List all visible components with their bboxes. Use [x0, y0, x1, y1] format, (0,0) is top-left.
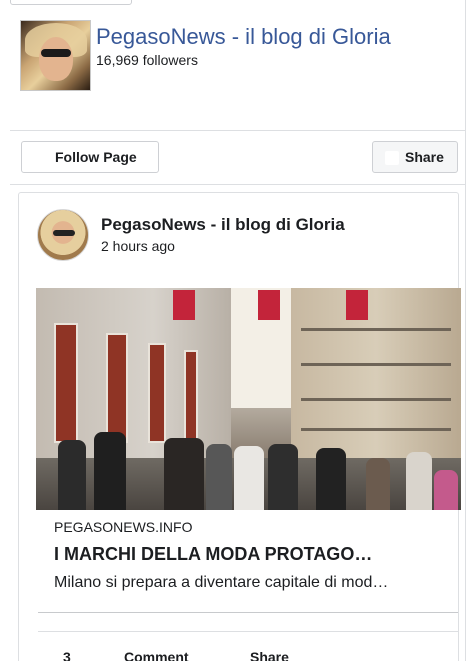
post-card: PegasoNews - il blog di Gloria 2 hours a… — [18, 192, 461, 661]
reaction-count[interactable]: 3 — [63, 649, 71, 661]
followers-count: 16,969 followers — [96, 52, 198, 68]
link-title[interactable]: I MARCHI DELLA MODA PROTAGO… — [54, 544, 434, 565]
follow-page-label: Follow Page — [55, 149, 137, 165]
share-page-button[interactable]: Share — [372, 141, 458, 173]
card-divider — [38, 612, 458, 613]
link-description: Milano si prepara a diventare capitale d… — [54, 574, 389, 591]
post-author-avatar[interactable] — [37, 209, 89, 261]
comment-button[interactable]: Comment — [124, 649, 189, 661]
page-avatar[interactable] — [20, 20, 91, 91]
follow-page-button[interactable]: Follow Page — [21, 141, 159, 173]
share-page-label: Share — [405, 149, 444, 165]
facebook-page-widget: PegasoNews - il blog di Gloria 16,969 fo… — [0, 0, 466, 661]
actions-divider — [10, 184, 466, 185]
share-icon — [385, 151, 399, 165]
share-post-button[interactable]: Share — [250, 649, 289, 661]
page-name-link[interactable]: PegasoNews - il blog di Gloria — [96, 24, 391, 50]
post-author-link[interactable]: PegasoNews - il blog di Gloria — [101, 215, 345, 235]
page-header: PegasoNews - il blog di Gloria 16,969 fo… — [10, 14, 466, 130]
post-timestamp[interactable]: 2 hours ago — [101, 238, 175, 254]
card-divider — [38, 631, 458, 632]
link-domain: PEGASONEWS.INFO — [54, 519, 193, 535]
post-actions: 3 Comment Share — [38, 645, 458, 661]
header-divider — [10, 130, 466, 131]
top-stub-frame — [10, 0, 132, 5]
link-preview-image[interactable] — [36, 288, 461, 510]
